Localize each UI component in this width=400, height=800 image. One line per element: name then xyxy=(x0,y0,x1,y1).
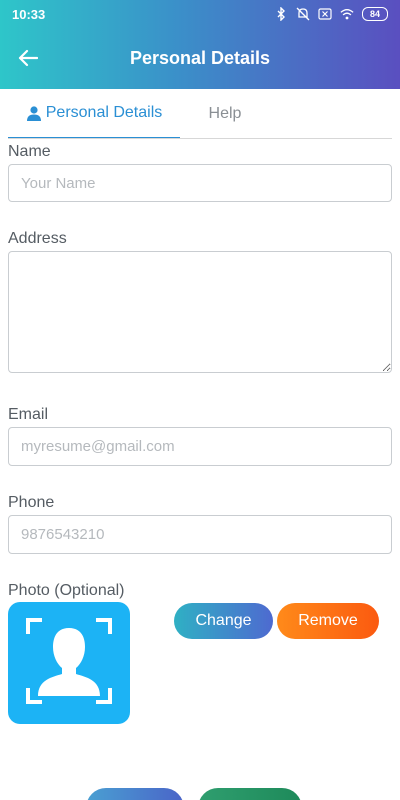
photo-placeholder[interactable] xyxy=(8,602,130,724)
photo-label: Photo (Optional) xyxy=(8,582,125,599)
address-textarea[interactable] xyxy=(8,251,392,373)
change-photo-button[interactable]: Change xyxy=(174,603,273,639)
bluetooth-icon xyxy=(274,7,288,21)
tab-label: Personal Details xyxy=(45,104,163,121)
name-label: Name xyxy=(8,143,51,160)
tab-help[interactable]: Help xyxy=(180,89,270,139)
phone-label: Phone xyxy=(8,494,55,511)
status-bar: 10:33 84 xyxy=(0,0,400,30)
bottom-action-button-right[interactable] xyxy=(198,788,302,800)
person-icon xyxy=(26,105,42,121)
email-label: Email xyxy=(8,406,49,423)
app-header: 10:33 84 Personal Details xyxy=(0,0,400,89)
address-label: Address xyxy=(8,230,67,247)
phone-input[interactable] xyxy=(8,515,392,554)
remove-photo-button[interactable]: Remove xyxy=(277,603,379,639)
bottom-action-button-left[interactable] xyxy=(86,788,184,800)
profile-photo-icon xyxy=(24,616,114,711)
tab-bar: Personal Details Help xyxy=(0,89,400,139)
status-time: 10:33 xyxy=(12,7,46,22)
tabs-divider xyxy=(8,138,392,139)
battery-indicator: 84 xyxy=(362,7,388,21)
page-title: Personal Details xyxy=(129,48,271,68)
email-input[interactable] xyxy=(8,427,392,466)
status-icons: 84 xyxy=(274,6,388,22)
name-input[interactable] xyxy=(8,164,392,202)
mute-bell-icon xyxy=(296,7,310,21)
tab-label: Help xyxy=(208,105,242,122)
tab-personal-details[interactable]: Personal Details xyxy=(8,89,180,139)
wifi-icon xyxy=(340,7,354,21)
no-sim-icon xyxy=(318,7,332,21)
